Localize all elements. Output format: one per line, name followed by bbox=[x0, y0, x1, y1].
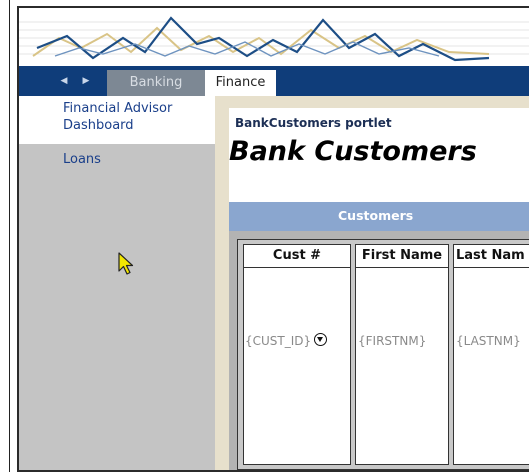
column-first-name: First Name {FIRSTNM} bbox=[355, 244, 449, 465]
wave-logo-graphic bbox=[19, 16, 529, 62]
tab-finance[interactable]: Finance bbox=[205, 70, 276, 96]
column-cust-id: Cust # {CUST_ID} bbox=[243, 244, 351, 465]
table-caption: Customers bbox=[338, 208, 414, 223]
portlet-title: BankCustomers portlet bbox=[235, 116, 392, 130]
table-caption-bar: Customers bbox=[229, 202, 529, 231]
back-arrow-icon[interactable]: ◀ bbox=[56, 76, 72, 86]
forward-arrow-icon[interactable]: ▶ bbox=[78, 76, 94, 86]
mouse-pointer-icon bbox=[118, 252, 134, 275]
banner bbox=[19, 8, 529, 66]
cell-first-name: {FIRSTNM} bbox=[358, 334, 427, 348]
tab-bar: ◀ ▶ Banking Finance bbox=[19, 66, 529, 96]
column-header-last-name[interactable]: Last Nam bbox=[454, 245, 529, 268]
portlet-container: BankCustomers portlet Bank Customers Cus… bbox=[215, 96, 529, 470]
portal-window: ◀ ▶ Banking Finance Financial Advisor Da… bbox=[17, 6, 529, 472]
column-header-first-name[interactable]: First Name bbox=[356, 245, 448, 268]
sidebar-item-loans[interactable]: Loans bbox=[63, 151, 101, 168]
page-title: Bank Customers bbox=[229, 136, 477, 167]
sidebar-item-label: Dashboard bbox=[63, 118, 134, 133]
cell-value: {CUST_ID} bbox=[245, 334, 312, 348]
cell-last-name: {LASTNM} bbox=[456, 334, 521, 348]
column-header-cust-num[interactable]: Cust # bbox=[244, 245, 350, 268]
sort-down-icon[interactable] bbox=[314, 333, 328, 346]
bank-customers-portlet: BankCustomers portlet Bank Customers Cus… bbox=[229, 108, 529, 470]
tab-scroll-controls: ◀ ▶ bbox=[56, 70, 101, 92]
column-last-name: Last Nam {LASTNM} bbox=[453, 244, 529, 465]
sidebar-item-label: Financial Advisor bbox=[63, 101, 173, 116]
sidebar-item-financial-advisor-dashboard[interactable]: Financial Advisor Dashboard bbox=[63, 100, 172, 134]
tab-banking[interactable]: Banking bbox=[107, 70, 205, 96]
customers-table: Cust # {CUST_ID} First Name {FIRSTNM} La… bbox=[237, 239, 529, 470]
sidebar: Financial Advisor Dashboard Loans bbox=[19, 96, 215, 470]
left-edge-rule bbox=[0, 0, 11, 472]
customers-grid-area: Cust # {CUST_ID} First Name {FIRSTNM} La… bbox=[229, 231, 529, 470]
cell-cust-id: {CUST_ID} bbox=[244, 333, 350, 348]
